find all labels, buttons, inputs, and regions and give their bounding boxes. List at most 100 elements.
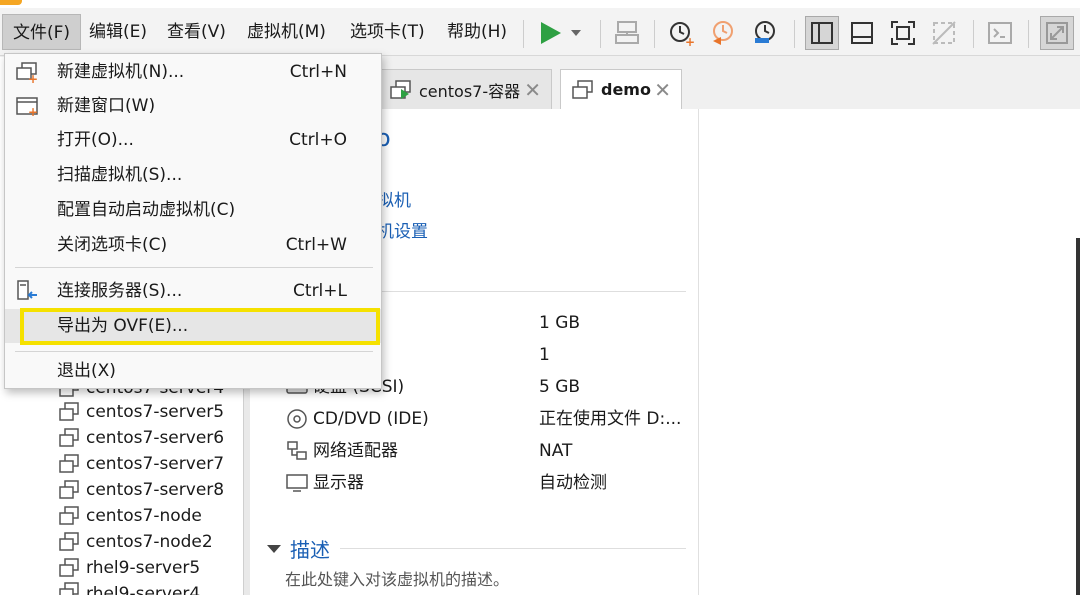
menu-item-open[interactable]: 打开(O)... Ctrl+O <box>5 123 381 157</box>
monitor-icon <box>286 474 308 492</box>
thumbnail-bar-button[interactable] <box>847 18 877 48</box>
menu-view[interactable]: 查看(V) <box>157 14 236 50</box>
device-value: 5 GB <box>539 377 581 397</box>
device-value: 1 <box>539 345 550 365</box>
snapshot-manager-icon <box>755 21 775 43</box>
menu-separator <box>15 267 373 268</box>
unity-button[interactable] <box>929 18 959 48</box>
menu-item-close-tab[interactable]: 关闭选项卡(C) Ctrl+W <box>5 228 381 262</box>
tab-demo[interactable]: demo ✕ <box>560 69 682 109</box>
menu-vm[interactable]: 虚拟机(M) <box>237 14 336 50</box>
library-item[interactable]: rhel9-server4 <box>58 581 200 595</box>
menu-item-autostart[interactable]: 配置自动启动虚拟机(C) <box>5 193 381 227</box>
menu-file[interactable]: 文件(F) <box>2 14 82 50</box>
svg-text:+: + <box>685 35 695 47</box>
toolbar-separator <box>523 20 524 48</box>
snapshot-clock-icon: + <box>670 22 695 47</box>
device-network[interactable]: 网络适配器 <box>285 437 398 465</box>
device-value: 1 GB <box>539 313 581 333</box>
library-item[interactable]: centos7-node2 <box>58 529 213 555</box>
menu-item-new-window[interactable]: + 新建窗口(W) <box>5 89 381 123</box>
menu-edit[interactable]: 编辑(E) <box>79 14 157 50</box>
cd-icon <box>287 409 307 429</box>
tab-centos7-container[interactable]: centos7-容器 ✕ <box>378 69 552 109</box>
toolbar-separator <box>973 20 974 48</box>
menu-item-exit[interactable]: 退出(X) <box>5 354 381 388</box>
device-value: 自动检测 <box>539 473 607 493</box>
power-on-button[interactable] <box>536 18 586 48</box>
library-item-label: centos7-server8 <box>86 480 225 500</box>
library-item[interactable]: centos7-node <box>58 503 202 529</box>
description-placeholder[interactable]: 在此处键入对该虚拟机的描述。 <box>285 566 509 590</box>
device-value: 正在使用文件 D:... <box>539 409 682 429</box>
menu-item-label: 新建窗口(W) <box>57 96 156 116</box>
library-item-label: centos7-server5 <box>86 402 225 422</box>
vm-icon <box>59 480 79 499</box>
library-item[interactable]: centos7-server8 <box>58 477 224 503</box>
vm-icon <box>59 582 79 595</box>
revert-snapshot-button[interactable] <box>708 18 738 48</box>
menu-item-connect-server[interactable]: 连接服务器(S)... Ctrl+L <box>5 274 381 308</box>
device-name: 网络适配器 <box>313 441 398 461</box>
menu-item-label: 配置自动启动虚拟机(C) <box>57 200 236 220</box>
revert-clock-icon <box>713 21 733 45</box>
console-view-button[interactable] <box>985 18 1015 48</box>
vm-running-icon <box>390 79 411 99</box>
description-section[interactable]: 描述 <box>266 534 330 563</box>
close-icon[interactable]: ✕ <box>524 78 541 102</box>
library-item[interactable]: rhel9-server5 <box>58 555 200 581</box>
menu-item-shortcut: Ctrl+L <box>293 281 347 301</box>
menu-tabs[interactable]: 选项卡(T) <box>340 14 435 50</box>
vm-icon <box>59 532 79 551</box>
send-keys-button[interactable] <box>612 18 642 48</box>
vm-icon <box>59 428 79 447</box>
device-name: CD/DVD (IDE) <box>313 409 429 429</box>
stretch-icon <box>1046 22 1068 44</box>
svg-text:+: + <box>28 105 38 117</box>
network-icon <box>287 441 307 460</box>
description-heading: 描述 <box>290 538 330 562</box>
send-keys-icon <box>615 21 639 44</box>
device-cd-dvd[interactable]: CD/DVD (IDE) <box>285 405 429 433</box>
snapshot-manager-button[interactable] <box>750 18 780 48</box>
stretch-guest-button[interactable] <box>1040 16 1074 50</box>
full-screen-icon <box>891 21 915 45</box>
menu-item-label: 打开(O)... <box>57 130 134 150</box>
device-display[interactable]: 显示器 <box>285 469 364 497</box>
new-window-icon: + <box>16 97 38 117</box>
content-divider <box>698 109 699 595</box>
power-on-link[interactable]: 拟机 <box>377 186 411 211</box>
toolbar-separator <box>1028 20 1029 48</box>
menu-help[interactable]: 帮助(H) <box>437 14 517 50</box>
menu-item-shortcut: Ctrl+O <box>289 130 347 150</box>
library-item-label: centos7-node <box>86 506 202 526</box>
menu-item-export-ovf[interactable]: 导出为 OVF(E)... <box>5 309 381 343</box>
vm-icon <box>59 506 79 525</box>
device-name: 显示器 <box>313 473 364 493</box>
section-divider <box>340 548 686 549</box>
connect-server-icon <box>17 280 37 300</box>
menu-item-new-vm[interactable]: + 新建虚拟机(N)... Ctrl+N <box>5 55 381 89</box>
window-top-strip <box>0 0 1080 8</box>
library-item[interactable]: centos7-server5 <box>58 399 224 425</box>
menu-item-label: 关闭选项卡(C) <box>57 235 168 255</box>
show-library-button[interactable] <box>805 16 839 50</box>
play-icon <box>541 22 581 44</box>
library-item-label: centos7-server6 <box>86 428 225 448</box>
library-item-label: rhel9-server4 <box>86 584 201 595</box>
menu-item-label: 连接服务器(S)... <box>57 281 183 301</box>
library-item[interactable]: centos7-server7 <box>58 451 224 477</box>
toolbar-separator <box>654 20 655 48</box>
unity-disabled-icon <box>932 21 956 45</box>
close-icon[interactable]: ✕ <box>654 78 671 102</box>
device-value: NAT <box>539 441 573 461</box>
library-item[interactable]: centos7-server6 <box>58 425 224 451</box>
menu-item-shortcut: Ctrl+N <box>289 62 347 82</box>
edit-settings-link[interactable]: 机设置 <box>377 217 428 242</box>
new-vm-icon: + <box>16 62 38 83</box>
full-screen-button[interactable] <box>888 18 918 48</box>
toolbar-separator <box>794 20 795 48</box>
toolbar-separator <box>600 20 601 48</box>
snapshot-button[interactable]: + <box>666 18 696 48</box>
menu-item-scan-vm[interactable]: 扫描虚拟机(S)... <box>5 158 381 192</box>
